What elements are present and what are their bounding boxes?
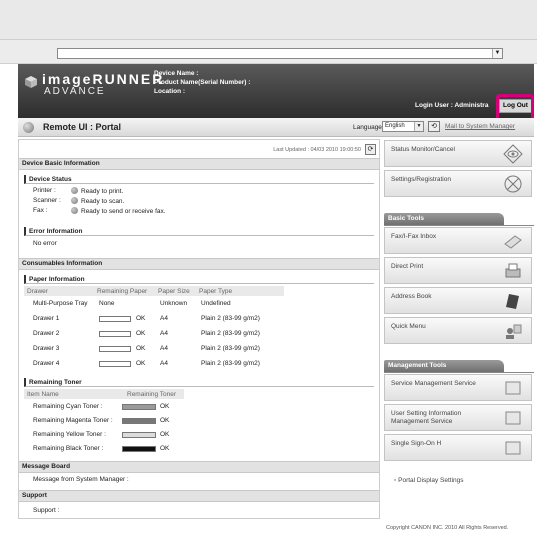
basic-tools-divider	[384, 225, 534, 226]
service-management-button[interactable]: Service Management Service	[384, 374, 532, 401]
paper-level-bar	[99, 331, 131, 337]
paper-level-bar	[99, 346, 131, 352]
fax-status-label: Fax :	[33, 207, 48, 214]
address-bar[interactable]: ▼	[57, 48, 503, 59]
address-dropdown-icon[interactable]: ▼	[492, 49, 502, 58]
status-dot-icon	[71, 207, 78, 214]
brand-name: imageRUNNER	[42, 71, 165, 87]
single-sign-on-icon	[505, 441, 521, 455]
brand-subname: ADVANCE	[44, 86, 106, 97]
toner-heading: Remaining Toner	[24, 378, 374, 387]
quick-menu-button[interactable]: Quick Menu	[384, 317, 532, 344]
language-label: Language	[353, 124, 382, 131]
language-select[interactable]: English ▼	[382, 121, 424, 132]
copyright: Copyright CANON INC. 2010 All Rights Res…	[386, 525, 509, 531]
page-title: Remote UI : Portal	[43, 122, 122, 132]
printer-status-label: Printer :	[33, 187, 56, 194]
settings-registration-button[interactable]: Settings/Registration	[384, 170, 532, 197]
support-value: Support :	[33, 507, 60, 514]
canon-cube-logo-icon	[25, 76, 37, 88]
settings-icon	[504, 175, 522, 193]
fax-inbox-button[interactable]: Fax/I-Fax Inbox	[384, 227, 532, 254]
black-toner-swatch	[122, 446, 156, 452]
consumables-header: Consumables Information	[19, 258, 379, 270]
portal-icon	[23, 122, 34, 133]
paper-info-heading: Paper Information	[24, 275, 374, 284]
device-status-heading: Device Status	[24, 175, 374, 184]
message-board-value: Message from System Manager :	[33, 476, 129, 483]
management-tools-heading: Management Tools	[384, 360, 504, 372]
error-info-value: No error	[33, 240, 57, 247]
status-monitor-button[interactable]: Status Monitor/Cancel	[384, 140, 532, 167]
login-user: Login User : Administra	[415, 102, 489, 109]
user-settings-icon	[505, 411, 521, 425]
status-dot-icon	[71, 197, 78, 204]
last-updated: Last Updated : 04/03 2010 19:00:50	[273, 147, 361, 153]
user-setting-management-button[interactable]: User Setting Information Management Serv…	[384, 404, 532, 431]
paper-level-bar	[99, 316, 131, 322]
app-header: imageRUNNER ADVANCE Device Name : Produc…	[18, 64, 534, 118]
direct-print-button[interactable]: Direct Print	[384, 257, 532, 284]
printer-status: Ready to print.	[71, 187, 123, 195]
single-sign-on-button[interactable]: Single Sign-On H	[384, 434, 532, 461]
paper-level-bar	[99, 361, 131, 367]
cyan-toner-swatch	[122, 404, 156, 410]
address-book-button[interactable]: Address Book	[384, 287, 532, 314]
scanner-status: Ready to scan.	[71, 197, 124, 205]
location-label: Location :	[154, 88, 186, 95]
status-dot-icon	[71, 187, 78, 194]
paper-table-header: Drawer Remaining Paper Paper Size Paper …	[24, 286, 284, 296]
message-board-header: Message Board	[19, 461, 379, 473]
service-icon	[505, 381, 521, 395]
sidebar: Status Monitor/Cancel Settings/Registrat…	[384, 139, 534, 519]
portal-display-settings-link[interactable]: ▫ Portal Display Settings	[394, 477, 464, 484]
portal-bar: Remote UI : Portal Language English ▼ ⟲ …	[18, 118, 534, 137]
refresh-icon[interactable]: ⟳	[365, 144, 376, 155]
yellow-toner-swatch	[122, 432, 156, 438]
address-book-icon	[506, 294, 519, 309]
mail-to-system-manager-link[interactable]: Mail to System Manager	[445, 123, 515, 130]
eye-icon	[503, 144, 523, 164]
language-apply-icon[interactable]: ⟲	[428, 121, 440, 132]
printer-icon	[505, 263, 521, 278]
magenta-toner-swatch	[122, 418, 156, 424]
chevron-down-icon: ▼	[414, 122, 423, 131]
basic-tools-heading: Basic Tools	[384, 213, 504, 225]
scanner-status-label: Scanner :	[33, 197, 61, 204]
toner-table-header: Item Name Remaining Toner	[24, 389, 184, 399]
device-name-label: Device Name :	[154, 70, 199, 77]
main-content: Last Updated : 04/03 2010 19:00:50 ⟳ Dev…	[18, 139, 380, 519]
fax-status: Ready to send or receive fax.	[71, 207, 166, 215]
management-tools-divider	[384, 372, 534, 373]
device-basic-info-header: Device Basic Information	[19, 158, 379, 170]
support-header: Support	[19, 490, 379, 502]
device-info: Device Name : Product Name(Serial Number…	[154, 69, 250, 96]
error-info-heading: Error Information	[24, 227, 374, 236]
quick-menu-icon	[506, 324, 522, 339]
browser-toolbar	[0, 0, 537, 40]
inbox-icon	[504, 235, 522, 249]
product-name-label: Product Name(Serial Number) :	[154, 79, 251, 86]
language-value: English	[385, 123, 405, 129]
